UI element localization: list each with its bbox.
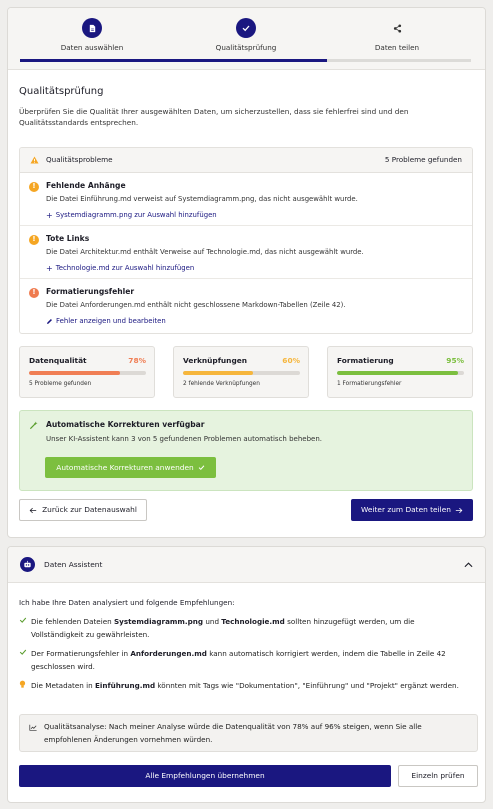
issue-formatting-error: ! Formatierungsfehler Die Datei Anforder…	[20, 279, 472, 332]
metric-progress-fill	[337, 370, 458, 375]
arrow-left-icon	[29, 507, 37, 513]
issue-action-label: Fehler anzeigen und bearbeiten	[56, 316, 166, 325]
apply-all-recommendations-button[interactable]: Alle Empfehlungen übernehmen	[19, 765, 391, 787]
add-technologie-link[interactable]: + Technologie.md zur Auswahl hinzufügen	[46, 264, 472, 275]
metric-links: Verknüpfungen 60% 2 fehlende Verknüpfung…	[173, 346, 309, 398]
step-quality-check-label: Qualitätsprüfung	[215, 43, 277, 52]
metric-progress-fill	[183, 370, 254, 375]
check-icon	[242, 25, 250, 32]
quality-analysis-box: Qualitätsanalyse: Nach meiner Analyse wü…	[19, 714, 478, 752]
issue-title: Fehlende Anhänge	[46, 181, 126, 190]
issue-action-label: Technologie.md zur Auswahl hinzufügen	[55, 264, 195, 273]
check-icon	[19, 649, 27, 655]
metric-subtitle: 2 fehlende Verknüpfungen	[183, 380, 260, 387]
autofix-panel: Automatische Korrekturen verfügbar Unser…	[19, 410, 473, 491]
plus-icon: +	[46, 210, 53, 220]
issue-dead-links: ! Tote Links Die Datei Architektur.md en…	[20, 226, 472, 279]
metric-progress-bar	[29, 370, 146, 375]
autofix-description: Unser KI-Assistent kann 3 von 5 gefunden…	[46, 435, 322, 444]
metric-data-quality: Datenqualität 78% 5 Probleme gefunden	[19, 346, 155, 398]
metric-progress-bar	[183, 370, 300, 375]
issue-description: Die Datei Einführung.md verweist auf Sys…	[46, 195, 358, 204]
metric-progress-fill	[29, 370, 121, 375]
step-share-data-circle	[387, 18, 407, 38]
step-quality-check[interactable]: Qualitätsprüfung	[186, 18, 306, 53]
assistant-intro: Ich habe Ihre Daten analysiert und folge…	[19, 598, 235, 607]
step-share-data-label: Daten teilen	[374, 43, 420, 52]
page-description: Überprüfen Sie die Qualität Ihrer ausgew…	[19, 107, 409, 128]
metric-formatting: Formatierung 95% 1 Formatierungsfehler	[327, 346, 473, 398]
metric-percent: 95%	[446, 356, 464, 365]
issue-description: Die Datei Anforderungen.md enthält nicht…	[46, 301, 346, 310]
page-title: Qualitätsprüfung	[19, 86, 104, 97]
step-select-data-circle	[82, 18, 102, 38]
metric-name: Verknüpfungen	[183, 356, 248, 365]
metric-progress-bar	[337, 370, 464, 375]
quality-issues-panel: Qualitätsprobleme 5 Probleme gefunden ! …	[19, 147, 473, 334]
share-icon	[393, 23, 401, 33]
chart-icon	[29, 724, 37, 731]
alert-icon: !	[29, 182, 39, 192]
alert-icon: !	[29, 288, 39, 298]
metric-subtitle: 5 Probleme gefunden	[29, 380, 92, 387]
alert-icon: !	[29, 235, 39, 245]
assistant-title: Daten Assistent	[44, 559, 103, 569]
lightbulb-icon	[19, 680, 26, 688]
robot-icon	[24, 560, 31, 568]
quality-analysis-text: Qualitätsanalyse: Nach meiner Analyse wü…	[44, 722, 422, 744]
step-progress-track	[20, 59, 471, 62]
apply-autofix-button[interactable]: Automatische Korrekturen anwenden	[45, 457, 216, 478]
back-to-selection-button[interactable]: Zurück zur Datenauswahl	[19, 499, 147, 521]
step-share-data[interactable]: Daten teilen	[337, 18, 457, 53]
stepper: Daten auswählen Qualitätsprüfung Daten t…	[8, 8, 485, 70]
issue-description: Die Datei Architektur.md enthält Verweis…	[46, 248, 364, 257]
review-individually-button[interactable]: Einzeln prüfen	[398, 765, 478, 787]
document-icon	[89, 24, 95, 32]
data-assistant-card: Daten Assistent Ich habe Ihre Daten anal…	[7, 546, 486, 803]
step-select-data-label: Daten auswählen	[60, 43, 124, 52]
step-select-data[interactable]: Daten auswählen	[32, 18, 152, 53]
warning-icon	[30, 156, 39, 164]
back-button-label: Zurück zur Datenauswahl	[42, 505, 137, 514]
autofix-title: Automatische Korrekturen verfügbar	[46, 420, 205, 429]
metric-percent: 60%	[282, 356, 300, 365]
metric-name: Formatierung	[337, 356, 394, 365]
assistant-avatar	[20, 557, 35, 572]
magic-wand-icon	[29, 421, 38, 430]
pencil-icon	[47, 318, 52, 324]
quality-issues-count: 5 Probleme gefunden	[384, 155, 462, 165]
issue-title: Formatierungsfehler	[46, 287, 135, 296]
metric-name: Datenqualität	[29, 356, 87, 365]
recommendation-item: Die Metadaten in Einführung.md könnten m…	[19, 679, 469, 692]
step-quality-check-circle	[236, 18, 256, 38]
quality-check-card: Daten auswählen Qualitätsprüfung Daten t…	[7, 7, 486, 538]
plus-icon: +	[46, 263, 53, 273]
issue-action-label: Systemdiagramm.png zur Auswahl hinzufüge…	[55, 211, 217, 220]
quality-issues-header: Qualitätsprobleme 5 Probleme gefunden	[20, 148, 472, 173]
recommendation-item: Der Formatierungsfehler in Anforderungen…	[19, 647, 469, 674]
chevron-up-icon[interactable]	[464, 561, 473, 568]
check-icon	[19, 617, 27, 623]
recommendation-item: Die fehlenden Dateien Systemdiagramm.png…	[19, 615, 469, 642]
issue-title: Tote Links	[46, 234, 90, 243]
issue-missing-attachments: ! Fehlende Anhänge Die Datei Einführung.…	[20, 173, 472, 226]
check-icon	[198, 465, 205, 471]
next-button-label: Weiter zum Daten teilen	[361, 505, 451, 514]
view-edit-errors-link[interactable]: Fehler anzeigen und bearbeiten	[46, 317, 472, 326]
continue-to-share-button[interactable]: Weiter zum Daten teilen	[351, 499, 473, 521]
quality-issues-title: Qualitätsprobleme	[46, 155, 113, 165]
assistant-header[interactable]: Daten Assistent	[8, 547, 485, 583]
metric-percent: 78%	[128, 356, 146, 365]
add-systemdiagramm-link[interactable]: + Systemdiagramm.png zur Auswahl hinzufü…	[46, 211, 472, 222]
step-progress-fill	[20, 59, 327, 62]
apply-autofix-label: Automatische Korrekturen anwenden	[56, 462, 194, 472]
metric-subtitle: 1 Formatierungsfehler	[337, 380, 402, 387]
arrow-right-icon	[455, 507, 463, 513]
